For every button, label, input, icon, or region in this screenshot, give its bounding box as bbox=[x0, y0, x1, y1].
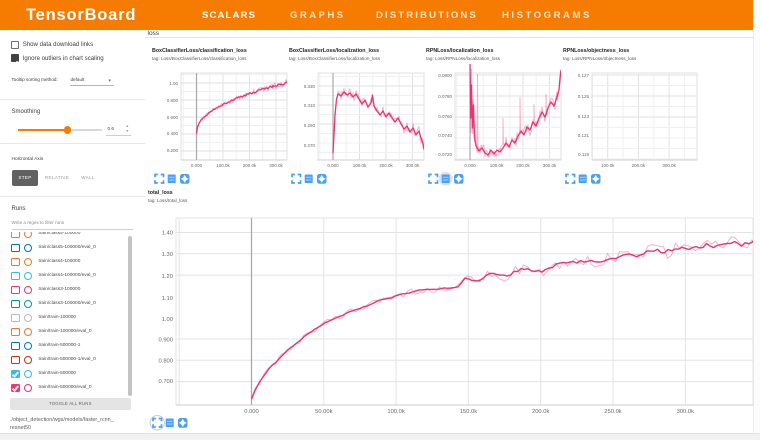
svg-text:0.0720: 0.0720 bbox=[438, 152, 452, 157]
svg-text:0.119: 0.119 bbox=[578, 152, 589, 157]
svg-text:0.310: 0.310 bbox=[304, 103, 316, 108]
svg-text:0.700: 0.700 bbox=[158, 379, 173, 385]
svg-text:1.00: 1.00 bbox=[169, 81, 178, 86]
svg-text:0.900: 0.900 bbox=[158, 338, 173, 344]
svg-text:0.270: 0.270 bbox=[304, 143, 316, 148]
svg-text:100.0k: 100.0k bbox=[216, 163, 230, 168]
svg-text:100.0k: 100.0k bbox=[490, 163, 504, 168]
svg-text:0.330: 0.330 bbox=[304, 84, 316, 89]
svg-text:50.00k: 50.00k bbox=[315, 409, 333, 415]
svg-text:0.0800: 0.0800 bbox=[438, 73, 452, 78]
svg-text:100.0k: 100.0k bbox=[353, 163, 367, 168]
svg-text:0.125: 0.125 bbox=[578, 94, 590, 99]
svg-text:0.200: 0.200 bbox=[167, 148, 179, 153]
svg-text:0.127: 0.127 bbox=[578, 73, 590, 78]
svg-text:200.0k: 200.0k bbox=[532, 409, 550, 415]
svg-text:200.0k: 200.0k bbox=[243, 163, 257, 168]
svg-text:0.0780: 0.0780 bbox=[438, 94, 452, 99]
svg-text:250.0k: 250.0k bbox=[604, 409, 622, 415]
svg-text:0.800: 0.800 bbox=[158, 359, 173, 365]
svg-text:0.000: 0.000 bbox=[327, 163, 339, 168]
svg-text:1.30: 1.30 bbox=[162, 252, 173, 258]
svg-text:300.0k: 300.0k bbox=[406, 163, 420, 168]
svg-text:300.0k: 300.0k bbox=[543, 163, 557, 168]
svg-text:0.600: 0.600 bbox=[167, 115, 179, 120]
svg-text:1.40: 1.40 bbox=[162, 231, 173, 237]
svg-text:200.0k: 200.0k bbox=[379, 163, 393, 168]
svg-text:0.0740: 0.0740 bbox=[438, 133, 452, 138]
svg-text:0.000: 0.000 bbox=[464, 163, 476, 168]
svg-text:1.00: 1.00 bbox=[162, 317, 173, 323]
svg-text:0.800: 0.800 bbox=[167, 98, 179, 103]
svg-text:100.0k: 100.0k bbox=[387, 409, 405, 415]
svg-text:1.10: 1.10 bbox=[162, 296, 173, 302]
svg-text:100.0k: 100.0k bbox=[601, 163, 615, 168]
svg-text:300.0k: 300.0k bbox=[677, 409, 695, 415]
svg-text:0.121: 0.121 bbox=[578, 133, 590, 138]
svg-text:0.0760: 0.0760 bbox=[438, 114, 452, 119]
svg-text:0.000: 0.000 bbox=[191, 163, 203, 168]
svg-text:0.123: 0.123 bbox=[578, 114, 590, 119]
svg-text:200.0k: 200.0k bbox=[632, 163, 646, 168]
svg-text:0.000: 0.000 bbox=[244, 409, 259, 415]
svg-text:0.400: 0.400 bbox=[167, 131, 179, 136]
svg-text:200.0k: 200.0k bbox=[516, 163, 530, 168]
svg-text:0.290: 0.290 bbox=[304, 123, 316, 128]
svg-text:300.0k: 300.0k bbox=[662, 163, 676, 168]
svg-text:300.0k: 300.0k bbox=[269, 163, 283, 168]
svg-text:150.0k: 150.0k bbox=[460, 409, 478, 415]
svg-text:1.20: 1.20 bbox=[162, 274, 173, 280]
